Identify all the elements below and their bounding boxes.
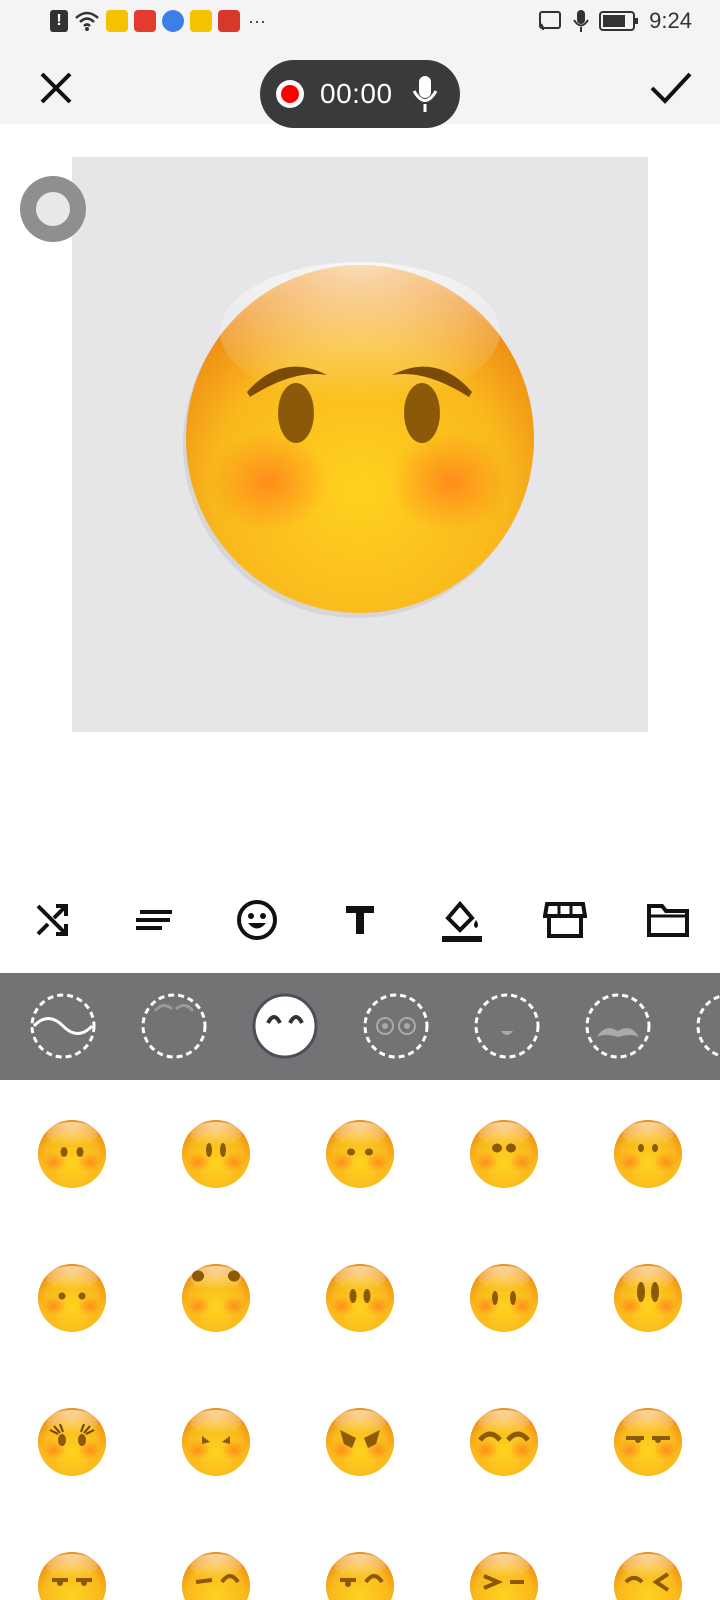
- recording-pill[interactable]: 00:00: [260, 60, 460, 128]
- status-bar: ! ··· 9:24: [0, 0, 720, 48]
- emoji-option[interactable]: [468, 1550, 540, 1600]
- emoji-option[interactable]: [468, 1118, 540, 1190]
- emoji-option[interactable]: [324, 1550, 396, 1600]
- cast-icon: [539, 11, 562, 31]
- emoji-option[interactable]: [324, 1406, 396, 1478]
- emoji-option[interactable]: [180, 1550, 252, 1600]
- weibo-icon: [106, 10, 128, 32]
- text-align-icon[interactable]: [124, 890, 184, 950]
- battery-icon: [599, 11, 639, 31]
- emoji-option[interactable]: [612, 1118, 684, 1190]
- notification-icons: ! ···: [50, 10, 266, 32]
- emoji-options-grid: [0, 1080, 720, 1600]
- part-category-strip: [0, 973, 720, 1080]
- emoji-option[interactable]: [36, 1406, 108, 1478]
- text-icon[interactable]: [330, 890, 390, 950]
- mouth-category[interactable]: [474, 993, 540, 1059]
- face-outline-category[interactable]: [30, 993, 96, 1059]
- mic-icon: [573, 10, 590, 32]
- emoji-option[interactable]: [36, 1550, 108, 1600]
- app-icon: [134, 10, 156, 32]
- browser-icon: [162, 10, 184, 32]
- close-icon[interactable]: [36, 68, 76, 108]
- wifi-icon: [75, 11, 99, 31]
- emoji-option[interactable]: [612, 1406, 684, 1478]
- emoji-option[interactable]: [36, 1262, 108, 1334]
- alert-icon: !: [50, 10, 68, 32]
- fill-color-icon[interactable]: [432, 890, 492, 950]
- emoji-preview: [183, 262, 534, 618]
- emoji-option[interactable]: [468, 1262, 540, 1334]
- check-icon[interactable]: [648, 68, 694, 108]
- emoji-icon[interactable]: [227, 890, 287, 950]
- microphone-icon[interactable]: [411, 74, 439, 114]
- mustache-category[interactable]: [585, 993, 651, 1059]
- emoji-option[interactable]: [324, 1118, 396, 1190]
- store-icon[interactable]: [535, 890, 595, 950]
- emoji-option[interactable]: [180, 1262, 252, 1334]
- editor-canvas[interactable]: [72, 157, 648, 732]
- emoji-option[interactable]: [468, 1406, 540, 1478]
- emoji-option[interactable]: [324, 1262, 396, 1334]
- emoji-option[interactable]: [180, 1406, 252, 1478]
- editor-top-bar: 00:00: [0, 48, 720, 128]
- emoji-option[interactable]: [180, 1118, 252, 1190]
- drag-handle[interactable]: [20, 176, 86, 242]
- system-icons: 9:24: [537, 8, 692, 34]
- app-icon: [218, 10, 240, 32]
- emoji-option[interactable]: [612, 1550, 684, 1600]
- more-icon: ···: [248, 11, 266, 31]
- weibo-icon: [190, 10, 212, 32]
- eyebrows-category[interactable]: [141, 993, 207, 1059]
- eyes-category[interactable]: [363, 993, 429, 1059]
- folder-icon[interactable]: [638, 890, 698, 950]
- emoji-option[interactable]: [612, 1262, 684, 1334]
- recording-timer: 00:00: [320, 78, 393, 109]
- record-icon[interactable]: [276, 80, 304, 108]
- tool-bar: [0, 890, 720, 960]
- eyes-shape-category-selected[interactable]: [252, 993, 318, 1059]
- shuffle-icon[interactable]: [22, 890, 82, 950]
- clock: 9:24: [649, 8, 692, 33]
- emoji-option[interactable]: [36, 1118, 108, 1190]
- more-category[interactable]: [696, 993, 720, 1059]
